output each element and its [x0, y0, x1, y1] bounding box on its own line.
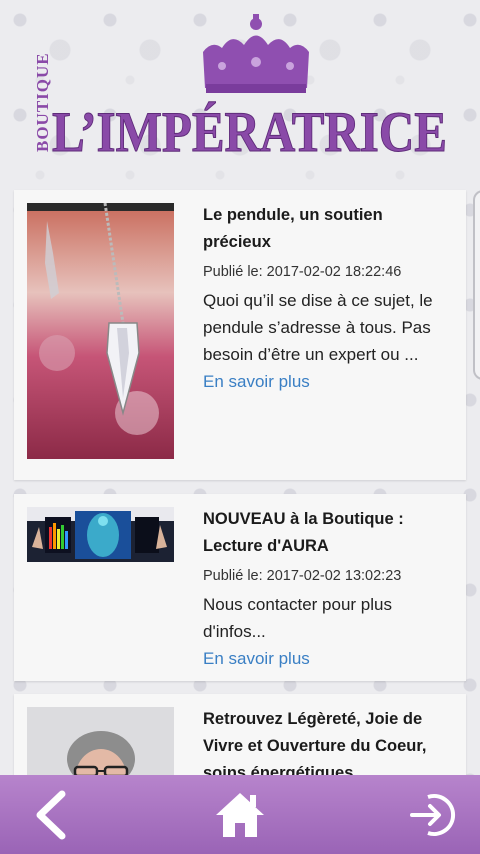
read-more-link[interactable]: En savoir plus	[203, 645, 310, 672]
post-title[interactable]: NOUVEAU à la Boutique : Lecture d'AURA	[203, 506, 458, 560]
chevron-left-icon	[36, 790, 66, 839]
post-card[interactable]: NOUVEAU à la Boutique : Lecture d'AURA P…	[14, 494, 466, 681]
post-date: Publié le: 2017-02-02 13:02:23	[203, 568, 402, 584]
pendulum-image	[27, 203, 174, 459]
logo-graphic: BOUTIQUE L’IMPÉRATRICE	[33, 14, 448, 165]
logo-wordmark: L’IMPÉRATRICE	[52, 101, 447, 164]
pendulum-photo[interactable]	[27, 203, 174, 459]
crown-icon	[203, 14, 309, 93]
brand-logo: BOUTIQUE L’IMPÉRATRICE	[0, 0, 480, 185]
post-card[interactable]: Le pendule, un soutien précieux Publié l…	[14, 190, 466, 480]
read-more-link[interactable]: En savoir plus	[203, 368, 310, 395]
edge-panel-handle[interactable]	[473, 190, 480, 380]
post-excerpt: Quoi qu’il se dise à ce sujet, le pendul…	[203, 291, 433, 364]
post-title[interactable]: Le pendule, un soutien précieux	[203, 202, 458, 256]
login-button[interactable]	[392, 775, 472, 854]
home-icon	[216, 792, 264, 837]
aura-scan-photo[interactable]	[27, 507, 174, 562]
post-body: Le pendule, un soutien précieux Publié l…	[203, 202, 458, 395]
post-date: Publié le: 2017-02-02 18:22:46	[203, 264, 402, 280]
logo-side-text: BOUTIQUE	[33, 52, 52, 152]
back-button[interactable]	[10, 775, 90, 854]
post-excerpt: Nous contacter pour plus d'infos...	[203, 595, 392, 641]
home-button[interactable]	[200, 775, 280, 854]
bottom-nav-bar	[0, 775, 480, 854]
aura-image	[27, 507, 174, 562]
post-body: NOUVEAU à la Boutique : Lecture d'AURA P…	[203, 506, 458, 672]
sign-in-icon	[410, 793, 456, 836]
